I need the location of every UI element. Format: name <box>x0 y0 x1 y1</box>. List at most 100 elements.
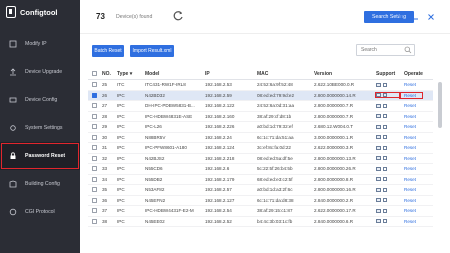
reset-link[interactable]: Reset <box>400 177 422 182</box>
table-row[interactable]: 30 IPC N88BR5V 192.168.2.24 6c:1c:71:da:51:a… <box>88 133 433 143</box>
file-icon[interactable] <box>383 145 387 150</box>
sidebar-item-label: Password Reset <box>25 153 66 159</box>
row-checkbox[interactable] <box>91 187 97 193</box>
cell-version: 2.622.0000000.3.R <box>314 145 354 151</box>
table-row[interactable]: 25 ITC ITC431-RW1F-IRL8 192.168.2.53 24:52:6… <box>88 80 433 91</box>
table-row[interactable]: 33 IPC N55CD6 192.168.2.6 5c:22:5f:26:b4:5b 2… <box>88 164 433 175</box>
sidebar-item-cgi-protocol[interactable]: CGI Protocol <box>0 198 80 226</box>
minimize-icon[interactable] <box>410 12 419 21</box>
qr-code-icon[interactable] <box>376 124 381 129</box>
header-type[interactable]: Type ▾ <box>117 71 145 77</box>
row-checkbox[interactable] <box>91 176 97 182</box>
row-checkbox[interactable] <box>91 155 97 161</box>
table-scrollbar[interactable] <box>438 82 442 128</box>
reset-link[interactable]: Reset <box>400 124 422 129</box>
file-icon[interactable] <box>383 166 387 171</box>
reset-link[interactable]: Reset <box>400 219 422 224</box>
file-icon[interactable] <box>383 124 387 129</box>
file-icon[interactable] <box>383 93 387 98</box>
reset-link[interactable]: Reset <box>400 208 422 213</box>
support-icons <box>376 82 400 87</box>
table-row[interactable]: 36 IPC N45EFN2 192.168.2.127 6c:1c:71:da:d8:… <box>88 196 433 206</box>
qr-code-icon[interactable] <box>376 198 381 203</box>
row-checkbox[interactable] <box>91 103 97 109</box>
qr-code-icon[interactable] <box>376 177 381 182</box>
file-icon[interactable] <box>383 156 387 161</box>
file-icon[interactable] <box>383 103 387 108</box>
table-row[interactable]: 38 IPC N45EE02 192.168.2.52 b4:4c:3b:03:1c:f… <box>88 217 433 227</box>
reset-link[interactable]: Reset <box>400 166 422 171</box>
qr-code-icon[interactable] <box>376 103 381 108</box>
reset-link[interactable]: Reset <box>400 145 422 150</box>
qr-code-icon[interactable] <box>376 208 381 213</box>
reset-link[interactable]: Reset <box>400 187 422 192</box>
close-icon[interactable] <box>426 12 435 21</box>
qr-code-icon[interactable] <box>376 93 381 98</box>
file-icon[interactable] <box>383 114 387 119</box>
filter-icon[interactable] <box>396 12 405 21</box>
file-icon[interactable] <box>383 82 387 87</box>
sidebar: Configtool Modify IP Device Upgrade Device… <box>0 0 80 253</box>
cell-mac: 6c:1c:71:da:d8:38 <box>257 197 294 203</box>
file-icon[interactable] <box>383 219 387 224</box>
cell-mac: a0:bd:1d:79:32:ef <box>257 124 293 130</box>
qr-code-icon[interactable] <box>376 219 381 224</box>
qr-code-icon[interactable] <box>376 135 381 140</box>
qr-code-icon[interactable] <box>376 145 381 150</box>
reset-link[interactable]: Reset <box>399 91 423 99</box>
sidebar-item-label: CGI Protocol <box>25 209 55 215</box>
row-checkbox[interactable] <box>91 124 97 130</box>
table-row[interactable]: 29 IPC IPC-L26 192.168.2.226 a0:bd:1d:79:32:… <box>88 122 433 133</box>
qr-code-icon[interactable] <box>376 156 381 161</box>
file-icon[interactable] <box>383 177 387 182</box>
file-icon[interactable] <box>383 135 387 140</box>
row-checkbox[interactable] <box>91 145 97 151</box>
search-icon[interactable] <box>404 46 412 54</box>
sidebar-item-system-settings[interactable]: System Settings <box>0 114 80 142</box>
reset-link[interactable]: Reset <box>400 114 422 119</box>
cell-ip: 192.168.2.6 <box>205 166 230 172</box>
cell-version: 2.680.12.W004.0.T <box>314 124 354 130</box>
sidebar-item-building-config[interactable]: Building Config <box>0 170 80 198</box>
table-row[interactable]: 32 IPC N42BJS2 192.168.2.218 08:ed:ed:5a:df:… <box>88 154 433 164</box>
row-checkbox[interactable] <box>91 197 97 203</box>
row-checkbox[interactable] <box>91 166 97 172</box>
row-checkbox[interactable] <box>91 82 97 88</box>
qr-code-icon[interactable] <box>376 166 381 171</box>
table-row[interactable]: 27 IPC DH-IPC-PDBW5831-B... 192.168.2.122 24… <box>88 101 433 112</box>
row-checkbox[interactable] <box>91 92 97 98</box>
cell-ip: 192.168.2.179 <box>205 176 235 182</box>
import-result-button[interactable]: Import Result.xml <box>130 45 174 57</box>
table-row[interactable]: 28 IPC IPC-HDBW4831E-ASE 192.168.2.160 38:af… <box>88 112 433 122</box>
sidebar-item-device-config[interactable]: Device Config <box>0 86 80 114</box>
row-checkbox[interactable] <box>91 113 97 119</box>
refresh-icon[interactable] <box>172 10 184 22</box>
search-setting-button[interactable]: Search Setting <box>364 11 414 23</box>
qr-code-icon[interactable] <box>376 114 381 119</box>
row-checkbox[interactable] <box>91 134 97 140</box>
table-row[interactable]: 37 IPC IPC-HDBW4431F-E2-M 192.168.2.54 38:af… <box>88 206 433 217</box>
logo-icon <box>6 6 16 18</box>
row-checkbox[interactable] <box>91 208 97 214</box>
select-all-checkbox[interactable] <box>91 71 97 76</box>
reset-link[interactable]: Reset <box>400 198 422 203</box>
sidebar-item-device-upgrade[interactable]: Device Upgrade <box>0 58 80 86</box>
table-row[interactable]: 26 IPC N42BD32 192.168.2.59 08:ed:ed:79:9d:e… <box>88 90 433 101</box>
sidebar-item-modify-ip[interactable]: Modify IP <box>0 30 80 58</box>
qr-code-icon[interactable] <box>376 187 381 192</box>
row-checkbox[interactable] <box>91 218 97 224</box>
file-icon[interactable] <box>383 187 387 192</box>
cell-type: IPC <box>117 166 125 172</box>
reset-link[interactable]: Reset <box>400 156 422 161</box>
sidebar-item-password-reset[interactable]: Password Reset <box>0 142 80 170</box>
table-row[interactable]: 35 IPC N53AF82 192.168.2.57 a0:bd:1d:a3:2f:6… <box>88 185 433 196</box>
file-icon[interactable] <box>383 208 387 213</box>
table-row[interactable]: 31 IPC IPC-PFW8601-A180 192.168.2.124 3c:ef:… <box>88 143 433 154</box>
batch-reset-button[interactable]: Batch Reset <box>92 45 124 57</box>
file-icon[interactable] <box>383 198 387 203</box>
reset-link[interactable]: Reset <box>400 103 422 108</box>
qr-code-icon[interactable] <box>376 82 381 87</box>
reset-link[interactable]: Reset <box>400 82 422 87</box>
table-row[interactable]: 34 IPC N55DB2 192.168.2.179 68:ed:ed:e3:c2:5… <box>88 175 433 185</box>
reset-link[interactable]: Reset <box>400 135 422 140</box>
